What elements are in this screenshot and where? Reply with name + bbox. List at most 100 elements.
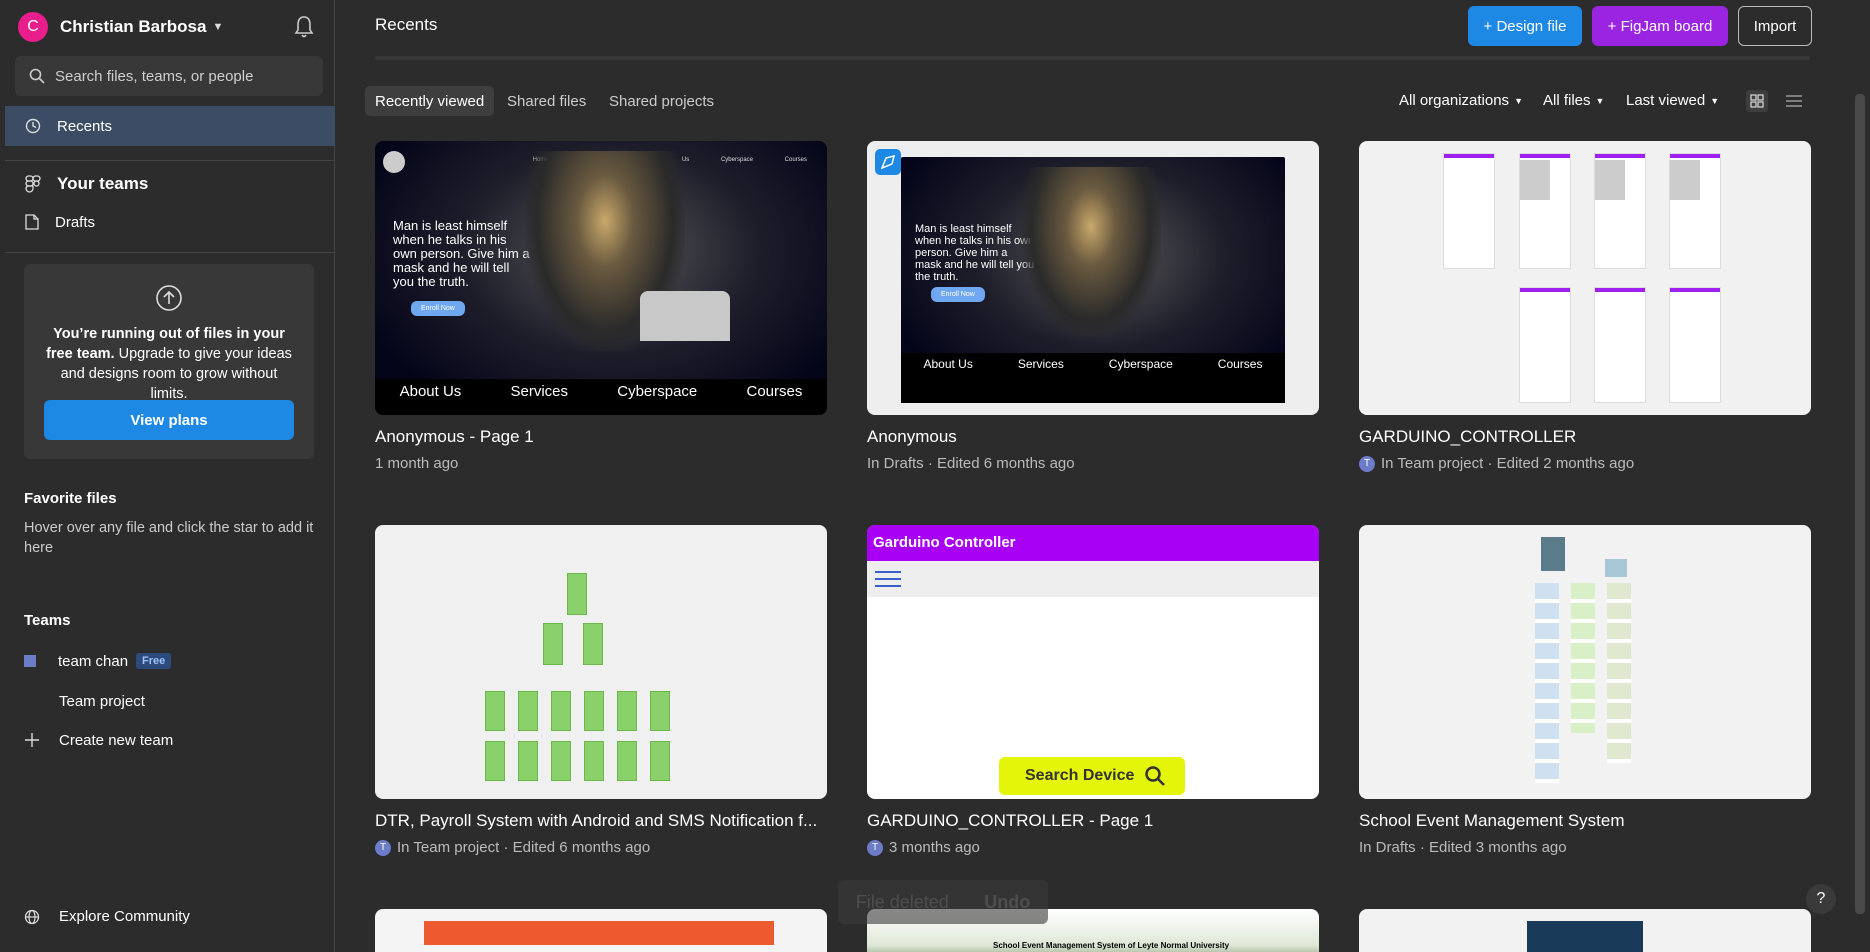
create-new-team-button[interactable]: Create new team (24, 728, 173, 752)
scrollbar[interactable] (1855, 94, 1865, 914)
file-card[interactable]: School Event Management System In Drafts… (1359, 525, 1811, 856)
file-title: DTR, Payroll System with Android and SMS… (375, 811, 818, 830)
file-thumbnail[interactable] (1359, 525, 1811, 799)
thumb-footer-item: About Us (923, 357, 973, 371)
screen-frame (1541, 537, 1565, 571)
team-item-team-chan[interactable]: team chan Free (24, 649, 172, 673)
file-meta-text: 1 month ago (375, 455, 459, 472)
free-badge: Free (136, 653, 172, 669)
chevron-down-icon: ▼ (1514, 95, 1523, 106)
team-project-label: Team project (59, 692, 145, 710)
undo-button[interactable]: Undo (984, 892, 1030, 913)
team-avatar: T (867, 839, 883, 856)
divider (5, 252, 335, 253)
chevron-down-icon: ▼ (212, 21, 224, 33)
file-icon (25, 214, 39, 230)
create-new-team-label: Create new team (59, 731, 174, 749)
user-name: Christian Barbosa (60, 17, 207, 36)
file-meta: T In Team project · Edited 6 months ago (375, 839, 827, 856)
diagram-node (617, 741, 637, 781)
filter-files[interactable]: All files ▼ (1543, 92, 1604, 109)
upgrade-card: You’re running out of files in your free… (24, 264, 314, 459)
file-card[interactable] (1359, 909, 1811, 952)
file-card[interactable]: Man is least himself when he talks in hi… (867, 141, 1319, 472)
team-name: team chan (58, 652, 129, 670)
screen-frame (1669, 153, 1721, 269)
pen-tool-icon (875, 149, 901, 175)
help-button[interactable]: ? (1806, 884, 1836, 914)
explore-community-link[interactable]: Explore Community (24, 908, 190, 925)
screen-frame (1443, 153, 1495, 269)
import-button[interactable]: Import (1738, 6, 1812, 46)
teams-title: Teams (24, 612, 71, 629)
list-view-icon[interactable] (1783, 90, 1805, 112)
diagram-node (518, 741, 538, 781)
file-meta-text: In Drafts · Edited 3 months ago (1359, 839, 1567, 856)
search-box[interactable] (15, 56, 323, 96)
grid-view-icon[interactable] (1746, 90, 1768, 112)
tab-recently-viewed[interactable]: Recently viewed (365, 86, 495, 116)
file-card[interactable]: Garduino Controller Search Device GARDUI… (867, 525, 1319, 856)
team-avatar: T (1359, 455, 1375, 472)
thumb-caption: School Event Management System of Leyte … (993, 941, 1230, 950)
tab-shared-files[interactable]: Shared files (497, 86, 596, 116)
file-card[interactable] (375, 909, 827, 952)
file-card[interactable]: Home Services About Us Cyberspace Course… (375, 141, 827, 472)
hacker-figure (1021, 167, 1161, 337)
file-card[interactable]: DTR, Payroll System with Android and SMS… (375, 525, 827, 856)
file-thumbnail[interactable]: Man is least himself when he talks in hi… (867, 141, 1319, 415)
diagram-node (567, 573, 587, 615)
diagram-node (543, 623, 563, 665)
nav-drafts[interactable]: Drafts (5, 202, 335, 242)
nav-your-teams[interactable]: Your teams (5, 164, 335, 204)
explore-community-label: Explore Community (59, 908, 190, 925)
file-title: GARDUINO_CONTROLLER - Page 1 (867, 811, 1154, 830)
team-avatar: T (375, 839, 391, 856)
file-card[interactable]: GARDUINO_CONTROLLER T In Team project · … (1359, 141, 1811, 472)
upgrade-message: You’re running out of files in your free… (42, 324, 296, 404)
view-plans-button[interactable]: View plans (44, 400, 294, 440)
thumb-enroll: Enroll Now (411, 301, 465, 316)
nav-drafts-label: Drafts (55, 213, 96, 231)
file-thumbnail[interactable] (375, 525, 827, 799)
new-figjam-board-button[interactable]: + FigJam board (1592, 6, 1728, 46)
file-thumbnail[interactable]: Garduino Controller Search Device (867, 525, 1319, 799)
search-input[interactable] (55, 67, 315, 85)
file-title: Anonymous - Page 1 (375, 427, 534, 446)
sidebar: C Christian Barbosa ▼ Recents Your teams (0, 0, 335, 952)
frame-preview: Man is least himself when he talks in hi… (901, 157, 1285, 403)
thumb-footer-item: Cyberspace (1108, 357, 1173, 371)
file-thumbnail[interactable] (1359, 141, 1811, 415)
new-design-file-button[interactable]: + Design file (1468, 6, 1582, 46)
diagram-node (584, 741, 604, 781)
diagram-node (650, 741, 670, 781)
file-meta: In Drafts · Edited 6 months ago (867, 455, 1319, 472)
sort-last-viewed[interactable]: Last viewed ▼ (1626, 92, 1719, 109)
file-thumbnail[interactable] (375, 909, 827, 952)
file-thumbnail[interactable]: Home Services About Us Cyberspace Course… (375, 141, 827, 415)
mask-logo (383, 151, 405, 173)
hamburger-menu-icon (875, 571, 901, 587)
diagram-node (551, 741, 571, 781)
nav-recents[interactable]: Recents (5, 106, 335, 146)
diagram-node (485, 691, 505, 731)
file-meta: T 3 months ago (867, 839, 1319, 856)
diagram-node (650, 691, 670, 731)
file-title: School Event Management System (1359, 811, 1625, 830)
filter-organizations[interactable]: All organizations ▼ (1399, 92, 1523, 109)
thumb-enroll: Enroll Now (931, 287, 985, 302)
user-menu[interactable]: C Christian Barbosa ▼ (18, 12, 223, 42)
bell-icon[interactable] (292, 14, 316, 40)
screen-column (1571, 583, 1595, 733)
thumb-footer: About Us Services Cyberspace Courses (901, 353, 1285, 403)
diagram-node (617, 691, 637, 731)
team-project-link[interactable]: Team project (59, 689, 145, 713)
filter-files-label: All files (1543, 92, 1591, 109)
screen-frame (1594, 153, 1646, 269)
tab-shared-projects[interactable]: Shared projects (599, 86, 724, 116)
file-thumbnail[interactable] (1359, 909, 1811, 952)
diagram-node (485, 741, 505, 781)
nav-recents-label: Recents (57, 117, 113, 135)
file-meta-text: In Drafts · Edited 6 months ago (867, 455, 1075, 472)
page-title: Recents (375, 15, 438, 34)
